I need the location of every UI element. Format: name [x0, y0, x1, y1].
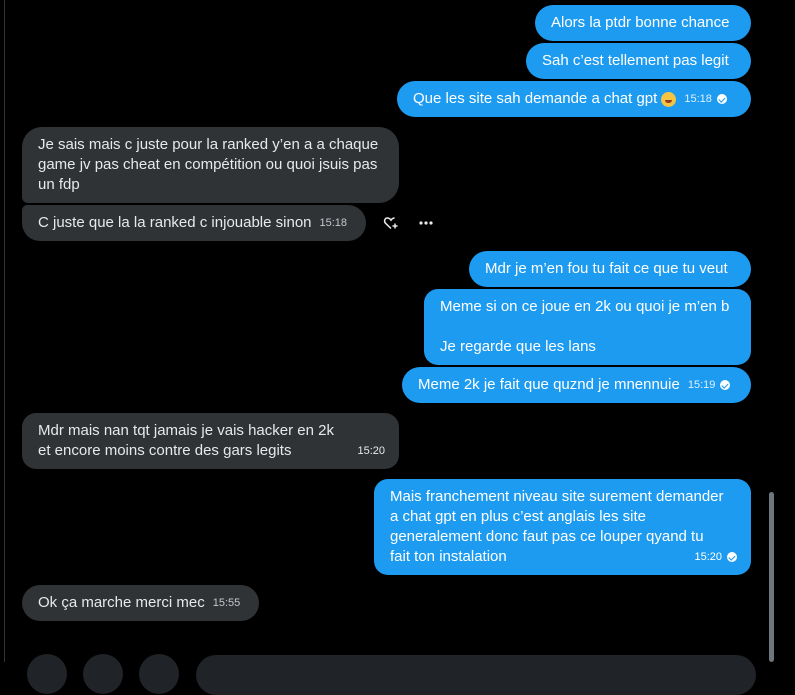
more-dots-svg — [419, 221, 433, 225]
message-incoming[interactable]: C juste que la la ranked c injouable sin… — [22, 205, 366, 241]
message-outgoing[interactable]: Que les site sah demande a chat gpt 15:1… — [397, 81, 751, 117]
scrollbar-thumb[interactable] — [769, 492, 774, 662]
timestamp-text: 15:19 — [687, 379, 716, 391]
message-composer-input[interactable] — [196, 655, 756, 695]
message-text: Je regarde que les lans — [440, 338, 596, 355]
message-text: Mdr mais nan tqt jamais je vais hacker e… — [38, 422, 334, 459]
read-check-icon — [727, 552, 737, 562]
message-text: Alors la ptdr bonne chance — [551, 14, 730, 31]
message-incoming[interactable]: Je sais mais c juste pour la ranked y’en… — [22, 127, 399, 203]
message-incoming[interactable]: Ok ça marche merci mec 15:55 — [22, 585, 259, 621]
timestamp-text: 15:20 — [694, 551, 722, 563]
message-text: Que les site sah demande a chat gpt — [413, 90, 658, 107]
message-text: Meme 2k je fait que quznd je mnennuie — [418, 376, 680, 393]
message-outgoing[interactable]: Meme si on ce joue en 2k ou quoi je m’en… — [424, 289, 751, 365]
message-timestamp: 15:55 — [212, 597, 241, 609]
message-text: Meme si on ce joue en 2k ou quoi je m’en… — [440, 298, 730, 315]
message-text: Sah c’est tellement pas legit — [542, 52, 729, 69]
more-dots-icon[interactable] — [416, 213, 436, 233]
message-outgoing[interactable]: Mdr je m’en fou tu fait ce que tu veut — [469, 251, 751, 287]
message-text: Mdr je m’en fou tu fait ce que tu veut — [485, 260, 728, 277]
left-divider — [4, 0, 5, 662]
read-check-icon — [720, 380, 731, 390]
message-outgoing[interactable]: Sah c’est tellement pas legit — [526, 43, 751, 79]
timestamp-text: 15:18 — [684, 93, 712, 105]
message-outgoing[interactable]: Meme 2k je fait que quznd je mnennuie 15… — [402, 367, 751, 403]
rolling-laughing-emoji-icon — [661, 91, 677, 107]
message-text: Je sais mais c juste pour la ranked y’en… — [38, 136, 379, 193]
message-timestamp: 15:18 — [319, 217, 348, 229]
message-incoming[interactable]: Mdr mais nan tqt jamais je vais hacker e… — [22, 413, 399, 469]
message-outgoing[interactable]: Mais franchement niveau site surement de… — [374, 479, 751, 575]
message-text: Mais franchement niveau site surement de… — [390, 488, 724, 565]
message-timestamp: 15:19 — [688, 375, 731, 395]
message-text: C juste que la la ranked c injouable sin… — [38, 214, 312, 231]
message-timestamp: 15:20 — [357, 445, 385, 457]
read-check-icon — [716, 94, 727, 104]
heart-plus-icon[interactable] — [381, 213, 401, 233]
media-button[interactable] — [27, 654, 67, 694]
message-text: Ok ça marche merci mec — [38, 594, 205, 611]
heart-plus-svg — [383, 217, 398, 230]
message-timestamp: 15:20 — [694, 547, 737, 567]
message-timestamp: 15:18 — [684, 89, 727, 109]
emoji-button[interactable] — [139, 654, 179, 694]
gif-button[interactable] — [83, 654, 123, 694]
message-outgoing[interactable]: Alors la ptdr bonne chance — [535, 5, 751, 41]
